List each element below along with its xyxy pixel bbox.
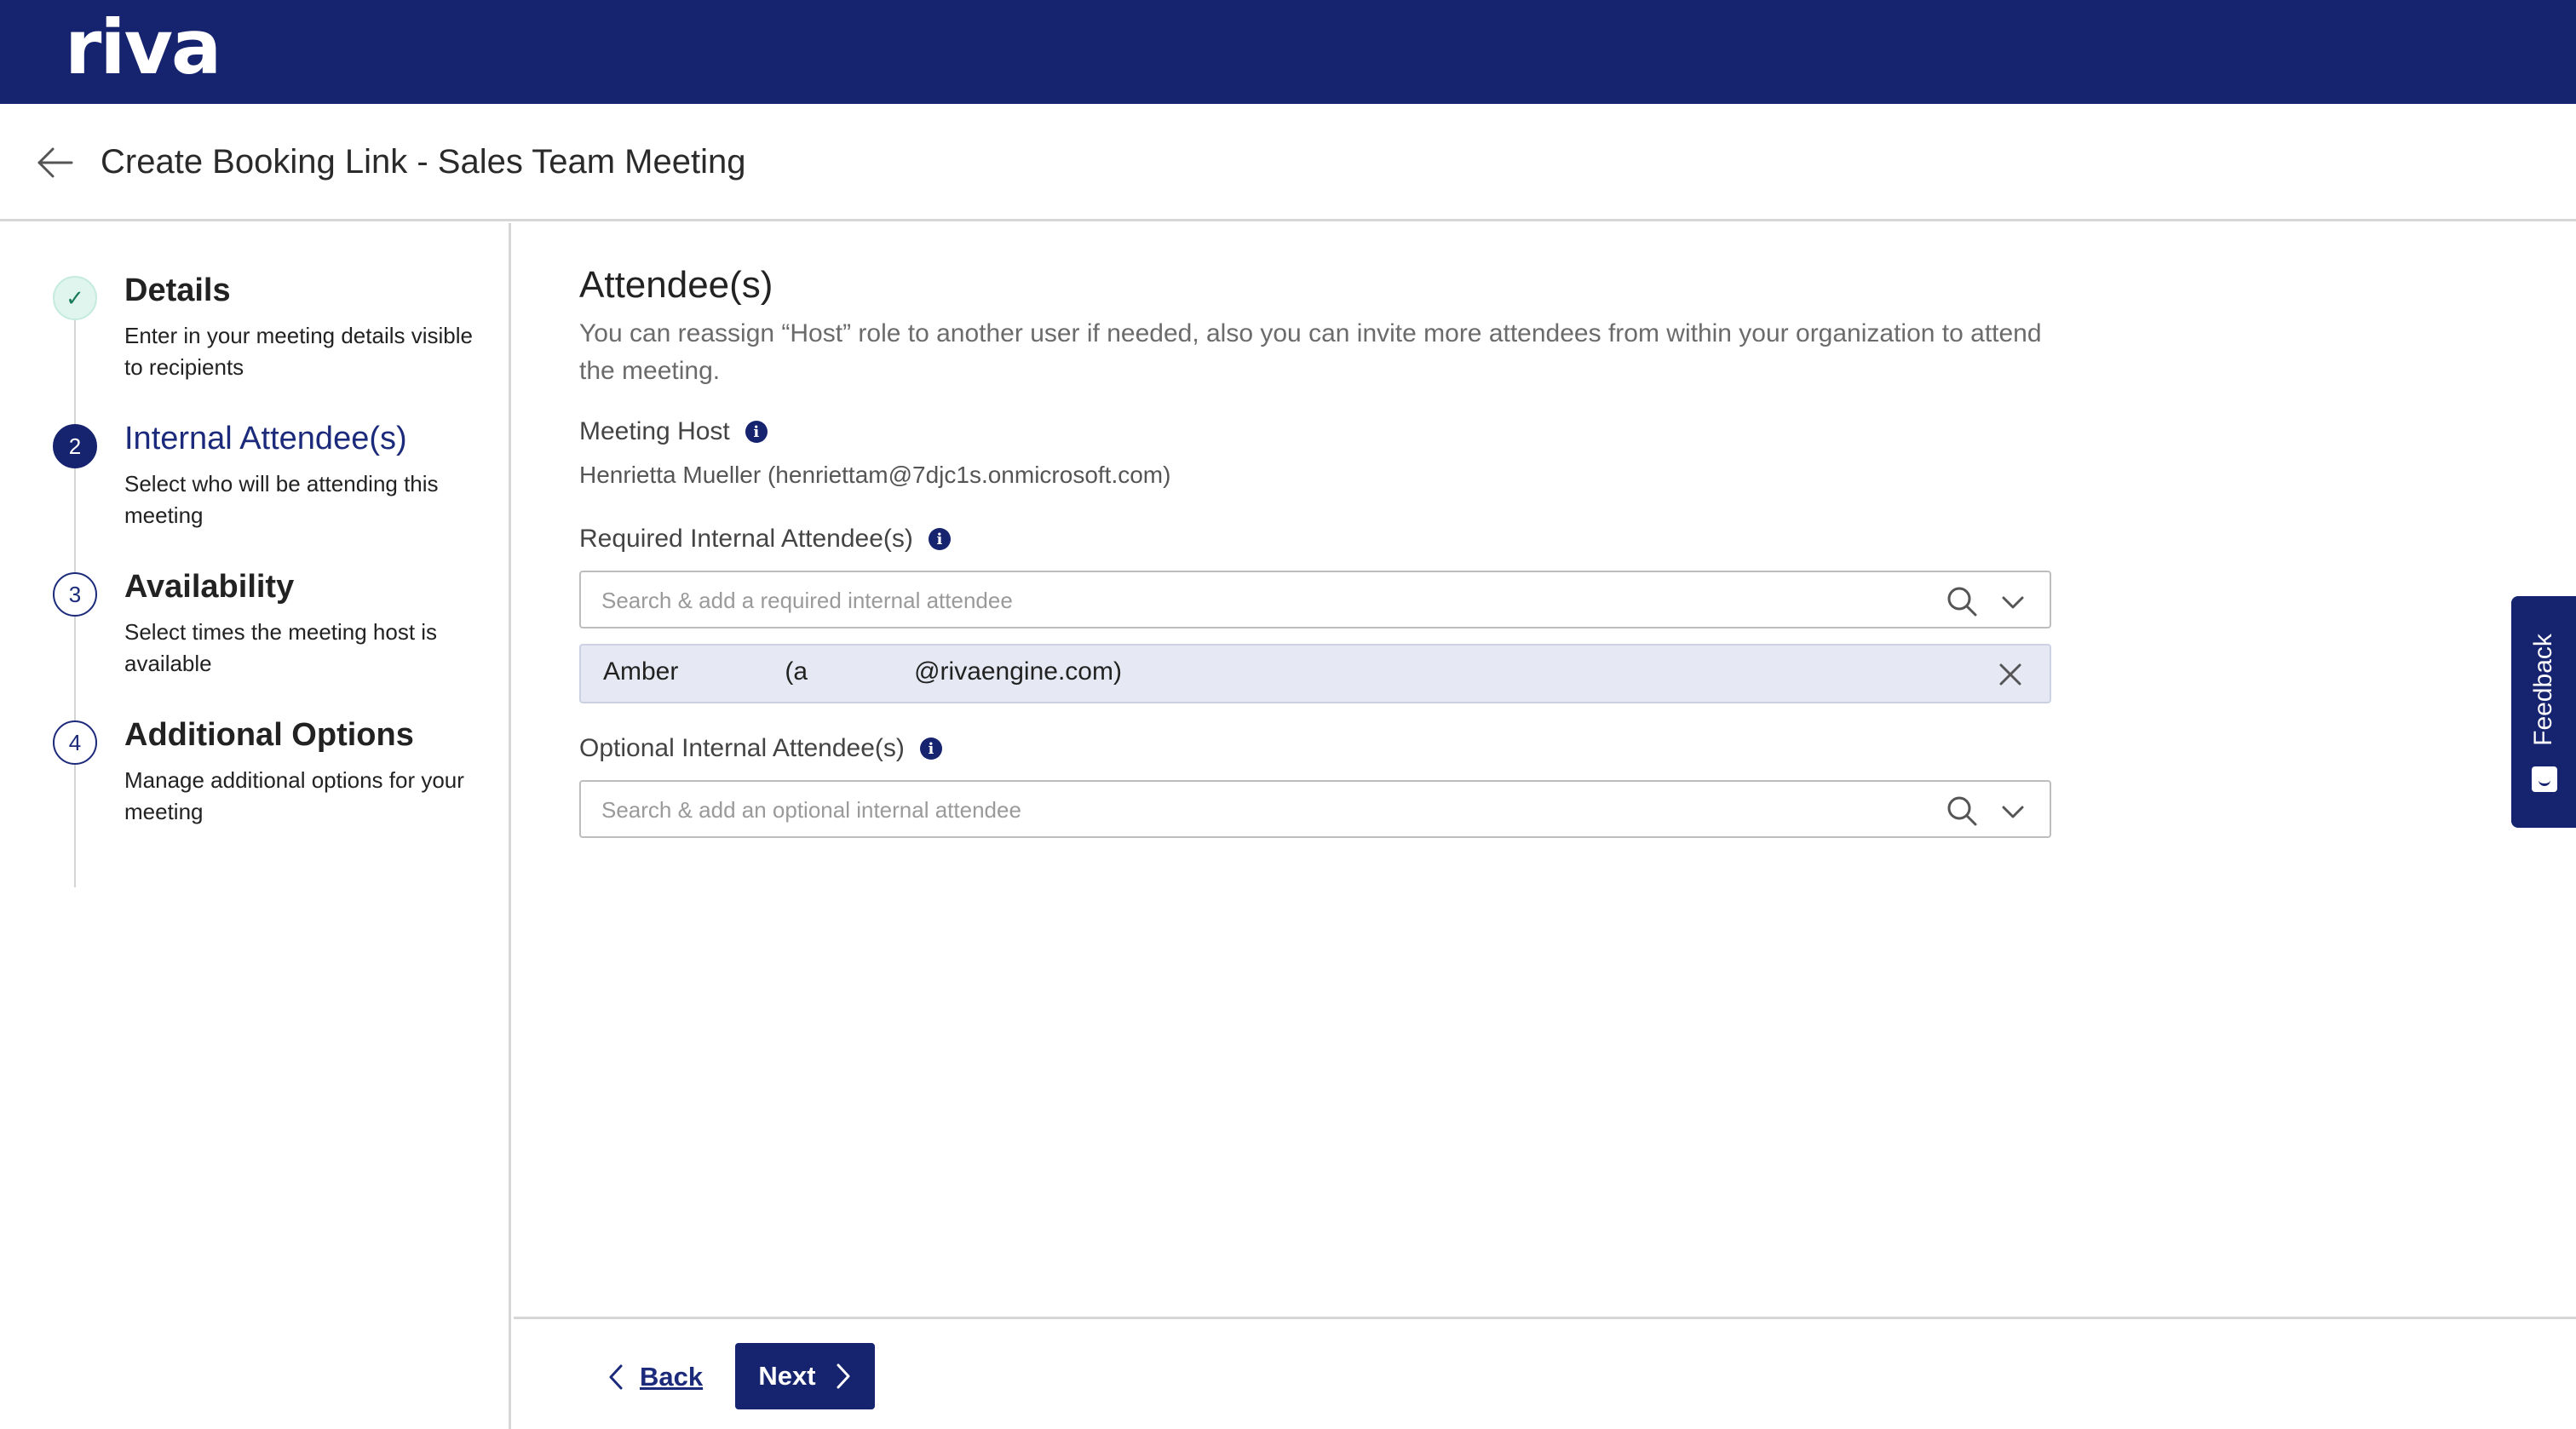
feedback-tab[interactable]: Feedback	[2511, 596, 2576, 828]
meeting-host-label: Meeting Host i	[579, 417, 768, 446]
step-description: Enter in your meeting details visible to…	[124, 323, 473, 380]
required-attendee-input[interactable]	[601, 584, 1879, 617]
meeting-host-value: Henrietta Mueller (henriettam@7djc1s.onm…	[579, 462, 1171, 488]
chevron-left-icon	[609, 1364, 623, 1390]
info-icon[interactable]: i	[745, 421, 768, 443]
step-title: Internal Attendee(s)	[124, 421, 407, 456]
required-attendees-label-text: Required Internal Attendee(s)	[579, 525, 913, 553]
next-button[interactable]: Next	[735, 1343, 875, 1409]
step-description: Select times the meeting host is availab…	[124, 619, 438, 676]
section-title: Attendee(s)	[579, 264, 773, 306]
logo-text: riva	[65, 3, 221, 91]
step-number: 3	[53, 572, 97, 617]
chevron-right-icon	[837, 1363, 850, 1389]
wizard-footer: Back Next	[514, 1317, 2576, 1429]
step-description: Select who will be attending this meetin…	[124, 471, 439, 528]
step-number: 2	[53, 424, 97, 468]
optional-attendees-label: Optional Internal Attendee(s) i	[579, 734, 942, 763]
search-icon[interactable]	[1946, 585, 1978, 617]
next-button-label: Next	[758, 1361, 816, 1391]
optional-attendee-search[interactable]	[579, 780, 2051, 838]
back-button-label: Back	[640, 1362, 704, 1392]
step-title: Details	[124, 273, 231, 308]
search-icon[interactable]	[1946, 795, 1978, 827]
info-icon[interactable]: i	[919, 737, 942, 760]
required-attendees-label: Required Internal Attendee(s) i	[579, 525, 951, 554]
section-description: You can reassign “Host” role to another …	[579, 319, 2042, 385]
step-number: 4	[53, 720, 97, 765]
arrow-left-icon[interactable]	[34, 141, 77, 184]
smiley-icon	[2532, 766, 2557, 792]
chevron-down-icon[interactable]	[2000, 589, 2026, 615]
selected-attendee-chip: Amber (a @rivaengine.com)	[579, 644, 2051, 703]
close-icon[interactable]	[1997, 661, 2024, 688]
feedback-label: Feedback	[2529, 634, 2557, 746]
page-header: Create Booking Link - Sales Team Meeting	[0, 104, 2576, 221]
optional-attendees-label-text: Optional Internal Attendee(s)	[579, 734, 905, 762]
meeting-host-label-text: Meeting Host	[579, 417, 730, 445]
selected-attendee-name: Amber (a @rivaengine.com)	[603, 657, 1122, 686]
chevron-down-icon[interactable]	[2000, 799, 2026, 824]
top-app-bar: riva	[0, 0, 2576, 104]
check-icon: ✓	[53, 276, 97, 320]
step-description: Manage additional options for your meeti…	[124, 767, 464, 824]
info-icon[interactable]: i	[928, 528, 951, 550]
optional-attendee-input[interactable]	[601, 794, 1879, 826]
back-button[interactable]: Back	[607, 1358, 703, 1396]
step-title: Availability	[124, 569, 295, 605]
attendees-form: Attendee(s) You can reassign “Host” role…	[514, 223, 2576, 1317]
step-title: Additional Options	[124, 717, 414, 753]
step-sidebar: ✓ Details Enter in your meeting details …	[0, 223, 511, 1429]
riva-logo[interactable]: riva	[65, 3, 221, 91]
page-title: Create Booking Link - Sales Team Meeting	[101, 143, 746, 181]
required-attendee-search[interactable]	[579, 571, 2051, 628]
